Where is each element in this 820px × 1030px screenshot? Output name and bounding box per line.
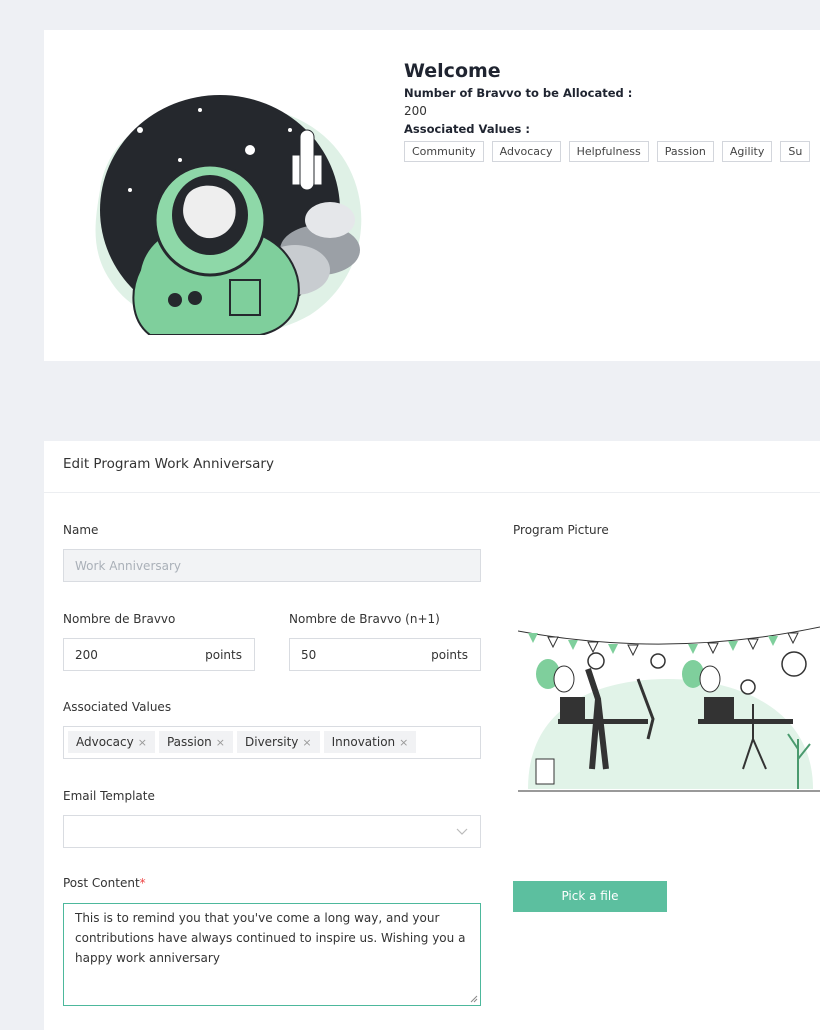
post-content-textarea[interactable]: This is to remind you that you've come a… bbox=[63, 903, 481, 1006]
post-content-text: This is to remind you that you've come a… bbox=[75, 911, 466, 965]
value-tag: Advocacy bbox=[491, 141, 561, 162]
bravvo-n1-label: Nombre de Bravvo (n+1) bbox=[289, 612, 440, 626]
chip-label: Innovation bbox=[331, 735, 396, 749]
welcome-info: Welcome Number of Bravvo to be Allocated… bbox=[404, 60, 820, 162]
value-tag: Helpfulness bbox=[568, 141, 649, 162]
associated-values-select[interactable]: Advocacy × Passion × Diversity × Innovation… bbox=[63, 726, 481, 759]
points-suffix: points bbox=[431, 648, 468, 662]
bravvo-input[interactable]: 200 points bbox=[63, 638, 255, 671]
bravvo-allocated-label: Number of Bravvo to be Allocated : bbox=[404, 86, 633, 100]
value-tag: Su bbox=[780, 141, 811, 162]
chip-label: Passion bbox=[166, 735, 212, 749]
chip-label: Advocacy bbox=[76, 735, 134, 749]
associated-values-label: Associated Values bbox=[63, 700, 172, 714]
associated-values-tags: Community Advocacy Helpfulness Passion A… bbox=[404, 141, 820, 162]
value-chip: Advocacy × bbox=[68, 731, 155, 753]
bravvo-input-value: 200 bbox=[75, 648, 98, 662]
chip-label: Diversity bbox=[245, 735, 299, 749]
party-illustration bbox=[518, 626, 820, 792]
post-content-label: Post Content* bbox=[63, 876, 146, 890]
bravvo-n1-input[interactable]: 50 points bbox=[289, 638, 481, 671]
close-icon[interactable]: × bbox=[216, 736, 225, 749]
edit-program-card: Edit Program Work Anniversary Name Work … bbox=[44, 441, 820, 1030]
email-template-select[interactable] bbox=[63, 815, 481, 848]
program-picture-label: Program Picture bbox=[513, 523, 609, 537]
chevron-down-icon bbox=[456, 828, 468, 835]
required-marker: * bbox=[139, 876, 146, 890]
email-template-label: Email Template bbox=[63, 789, 155, 803]
associated-values-label: Associated Values : bbox=[404, 122, 530, 136]
astronaut-rocket-illustration bbox=[95, 95, 362, 335]
close-icon[interactable]: × bbox=[302, 736, 311, 749]
welcome-card: Welcome Number of Bravvo to be Allocated… bbox=[44, 30, 820, 361]
close-icon[interactable]: × bbox=[399, 736, 408, 749]
name-input-value: Work Anniversary bbox=[75, 559, 182, 573]
bravvo-n1-input-value: 50 bbox=[301, 648, 317, 662]
post-content-label-text: Post Content bbox=[63, 876, 140, 890]
pick-file-button[interactable]: Pick a file bbox=[513, 881, 667, 912]
bravvo-allocated-value: 200 bbox=[404, 104, 427, 118]
value-chip: Diversity × bbox=[237, 731, 320, 753]
close-icon[interactable]: × bbox=[138, 736, 147, 749]
welcome-title: Welcome bbox=[404, 60, 501, 82]
value-tag: Agility bbox=[721, 141, 773, 162]
value-chip: Passion × bbox=[158, 731, 233, 753]
card-title: Edit Program Work Anniversary bbox=[44, 441, 820, 493]
value-chip: Innovation × bbox=[323, 731, 417, 753]
value-tag: Community bbox=[404, 141, 484, 162]
name-label: Name bbox=[63, 523, 99, 537]
bravvo-label: Nombre de Bravvo bbox=[63, 612, 176, 626]
points-suffix: points bbox=[205, 648, 242, 662]
resize-handle-icon[interactable] bbox=[470, 995, 478, 1003]
name-input: Work Anniversary bbox=[63, 549, 481, 582]
value-tag: Passion bbox=[656, 141, 714, 162]
